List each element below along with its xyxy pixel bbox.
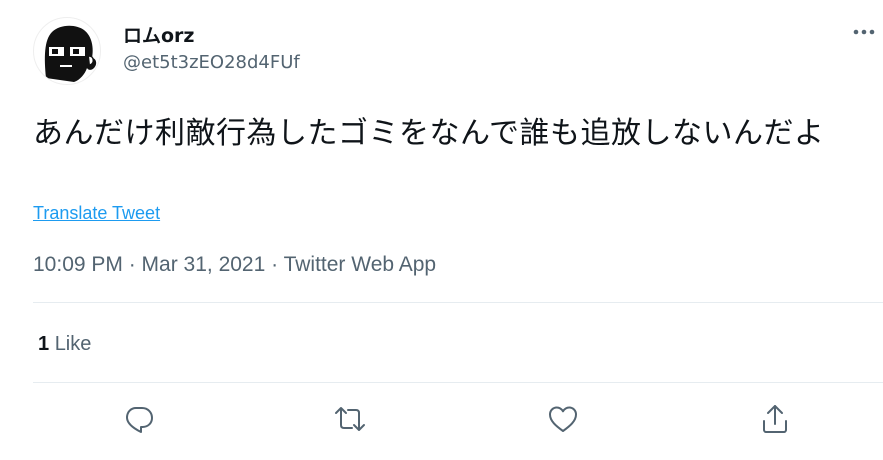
divider [33,382,883,383]
divider [33,302,883,303]
user-handle[interactable]: @et5t3zEO28d4FUf [123,52,300,73]
likes-label: Like [54,333,92,355]
retweet-icon [335,407,365,431]
share-icon [763,405,787,433]
tweet-timestamp-source[interactable]: 10:09 PM · Mar 31, 2021 · Twitter Web Ap… [33,253,436,277]
like-button[interactable] [546,402,580,436]
tweet-card: ロムorz @et5t3zEO28d4FUf あんだけ利敵行為したゴミをなんで誰… [0,0,883,460]
likes-stat[interactable]: 1 Like [38,333,91,356]
likes-count: 1 [38,333,50,355]
tweet-text: あんだけ利敵行為したゴミをなんで誰も追放しないんだよ [33,116,825,151]
glasses-face-avatar-icon [44,25,97,82]
share-button[interactable] [758,402,792,436]
reply-icon [126,407,153,433]
like-heart-icon [549,406,577,432]
translate-tweet-link[interactable]: Translate Tweet [33,203,160,224]
more-dots-icon [853,29,875,35]
avatar[interactable] [33,17,101,85]
reply-button[interactable] [122,402,156,436]
retweet-button[interactable] [333,402,367,436]
display-name[interactable]: ロムorz [123,21,194,48]
more-options-button[interactable] [848,20,880,44]
